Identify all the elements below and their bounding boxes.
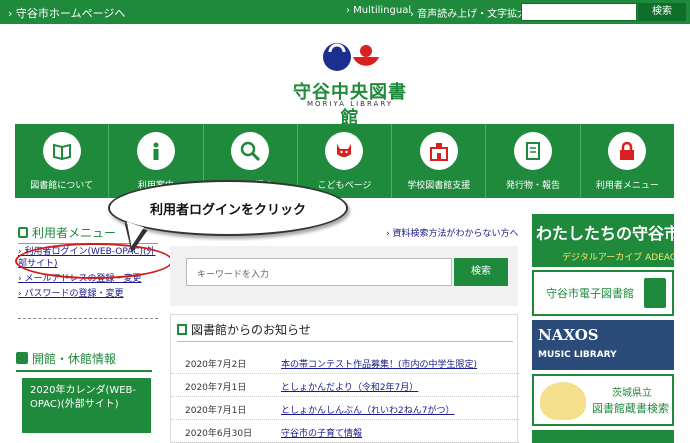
next-banner[interactable] (532, 430, 674, 443)
callout-text: 利用者ログインをクリック (149, 203, 306, 218)
nav-about[interactable]: 図書館について (15, 124, 110, 198)
lock-icon (18, 227, 28, 238)
naxos-title: NAXOS (538, 326, 599, 344)
calendar-button[interactable]: 2020年カレンダ(WEB-OPAC)(外部サイト) (22, 378, 151, 433)
news-icon (177, 324, 187, 335)
news-date: 2020年7月1日 (185, 406, 247, 416)
news-link[interactable]: 本の帯コンテスト作品募集！(市内の中学生限定) (281, 357, 477, 370)
nav-school[interactable]: 学校図書館支援 (392, 124, 487, 198)
news-heading-text: 図書館からのお知らせ (191, 323, 311, 337)
password-register-link[interactable]: パスワードの登録・変更 (18, 288, 163, 300)
nav-publications-label: 発行物・報告 (506, 181, 561, 191)
news-link[interactable]: 守谷市の子育て情報 (281, 426, 362, 439)
nav-user-menu-label: 利用者メニュー (595, 181, 659, 191)
reading-girl-icon (540, 382, 586, 420)
multilingual-link[interactable]: › Multilingual (346, 5, 411, 16)
top-bar: › 守谷市ホームページへ › Multilingual › 音声読み上げ・文字拡… (0, 0, 690, 24)
info-icon (153, 142, 159, 160)
divider (18, 318, 158, 319)
ebook-title: 守谷市電子図書館 (546, 287, 634, 300)
ibaraki-line1: 茨城県立 (612, 388, 652, 399)
ibaraki-line2: 図書館蔵書検索 (592, 402, 669, 415)
logo-mark-icon (323, 43, 379, 71)
news-link[interactable]: としょかんだより（令和2年7月） (281, 380, 418, 393)
book-icon (52, 143, 71, 161)
nav-user-menu[interactable]: 利用者メニュー (581, 124, 674, 198)
voice-reader-link[interactable]: › 音声読み上げ・文字拡大 (410, 5, 527, 20)
ebook-icon (644, 278, 666, 308)
site-search-input[interactable] (521, 3, 637, 21)
catalog-search-panel: キーワードを入力 検索 (170, 246, 518, 306)
city-home-link[interactable]: › 守谷市ホームページへ (8, 5, 125, 21)
site-search-button[interactable]: 検索 (638, 3, 686, 21)
library-name-en: MORIYA LIBRARY (306, 100, 394, 108)
school-icon (429, 143, 448, 161)
search-help-link[interactable]: › 資料検索方法がわからない方へ (386, 226, 518, 239)
user-menu-heading-text: 利用者メニュー (32, 226, 117, 240)
news-row: 2020年7月2日 本の帯コンテスト作品募集！(市内の中学生限定) (171, 351, 519, 374)
news-row: 2020年7月1日 としょかんしんぶん（れいわ2ねん7がつ） (171, 397, 519, 420)
divider (177, 341, 513, 342)
library-logo[interactable]: 守谷中央図書館 MORIYA LIBRARY (290, 36, 410, 129)
nav-school-label: 学校図書館支援 (407, 181, 471, 191)
instruction-callout: 利用者ログインをクリック (108, 180, 348, 236)
nav-about-label: 図書館について (30, 181, 93, 191)
catalog-search-button[interactable]: 検索 (454, 258, 508, 286)
nav-publications[interactable]: 発行物・報告 (486, 124, 581, 198)
naxos-subtitle: MUSIC LIBRARY (538, 350, 617, 360)
archive-title: わたしたちの守谷市 (536, 224, 681, 243)
calendar-icon (16, 352, 28, 364)
news-date: 2020年7月1日 (185, 383, 247, 393)
news-row: 2020年6月30日 守谷市の子育て情報 (171, 420, 519, 443)
catalog-search-input[interactable]: キーワードを入力 (186, 258, 452, 286)
news-row: 2020年7月1日 としょかんだより（令和2年7月） (171, 374, 519, 397)
news-link[interactable]: としょかんしんぶん（れいわ2ねん7がつ） (281, 403, 454, 416)
cat-icon (337, 144, 352, 157)
lock-icon (620, 141, 635, 160)
ebook-library-banner[interactable]: 守谷市電子図書館 (532, 270, 674, 316)
main-nav: 図書館について 利用案内 資料を探す こどもページ 学校図書館支援 発行物・報告… (15, 124, 674, 198)
archive-subtitle: デジタルアーカイブ ADEAC (562, 253, 677, 263)
news-date: 2020年7月2日 (185, 360, 247, 370)
news-date: 2020年6月30日 (185, 429, 253, 439)
nav-kids[interactable]: こどもページ (298, 124, 393, 198)
news-panel: 図書館からのお知らせ 2020年7月2日 本の帯コンテスト作品募集！(市内の中学… (170, 314, 519, 443)
login-highlight-ellipse (15, 243, 173, 279)
naxos-banner[interactable]: NAXOS MUSIC LIBRARY (532, 320, 674, 370)
opening-info-heading: 開館・休館情報 (16, 350, 152, 372)
opening-info-heading-text: 開館・休館情報 (32, 352, 117, 366)
ibaraki-library-banner[interactable]: 茨城県立 図書館蔵書検索 (532, 374, 674, 426)
adeac-archive-banner[interactable]: わたしたちの守谷市 デジタルアーカイブ ADEAC (532, 214, 680, 267)
news-heading: 図書館からのお知らせ (177, 321, 311, 338)
magnifier-icon (240, 141, 261, 161)
document-icon (526, 142, 541, 160)
